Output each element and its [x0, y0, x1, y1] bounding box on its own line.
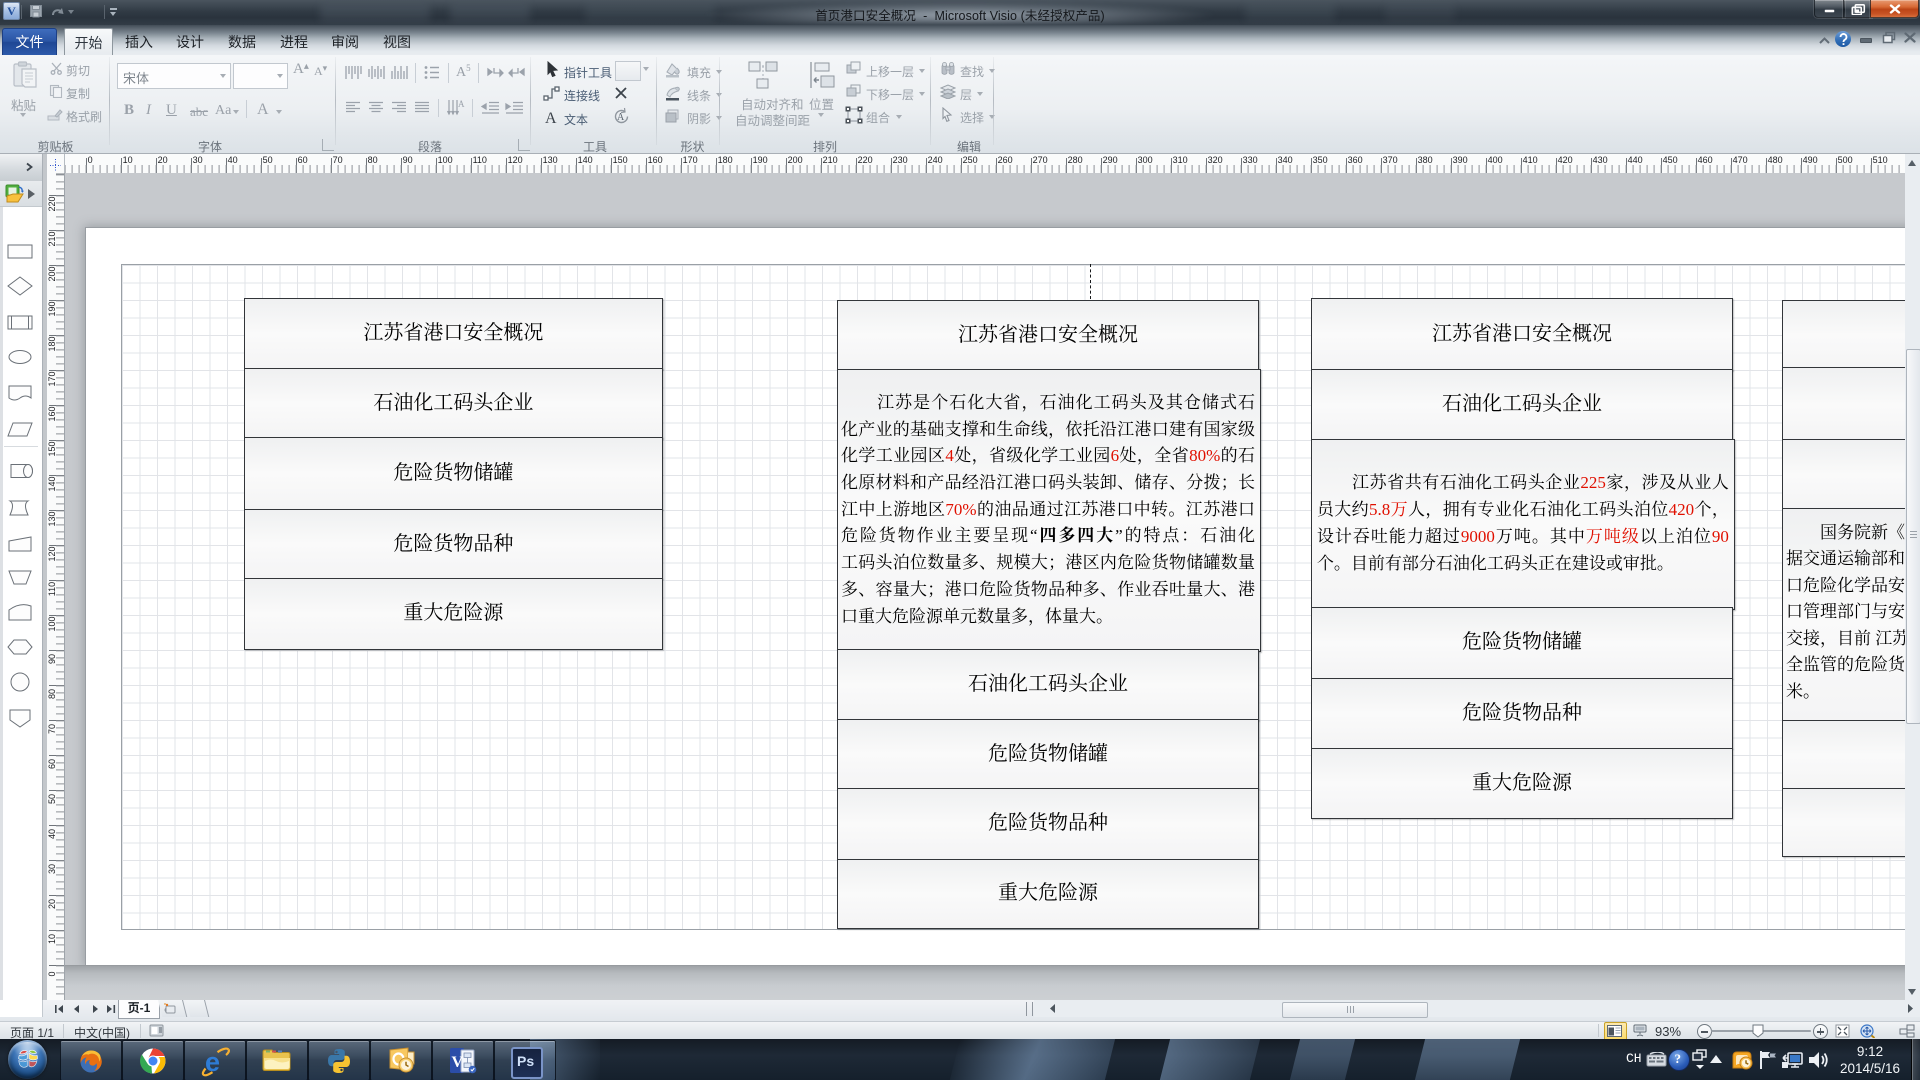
- svg-text:V: V: [452, 1054, 464, 1071]
- svg-text:A: A: [617, 112, 625, 123]
- svg-text:A: A: [458, 99, 465, 109]
